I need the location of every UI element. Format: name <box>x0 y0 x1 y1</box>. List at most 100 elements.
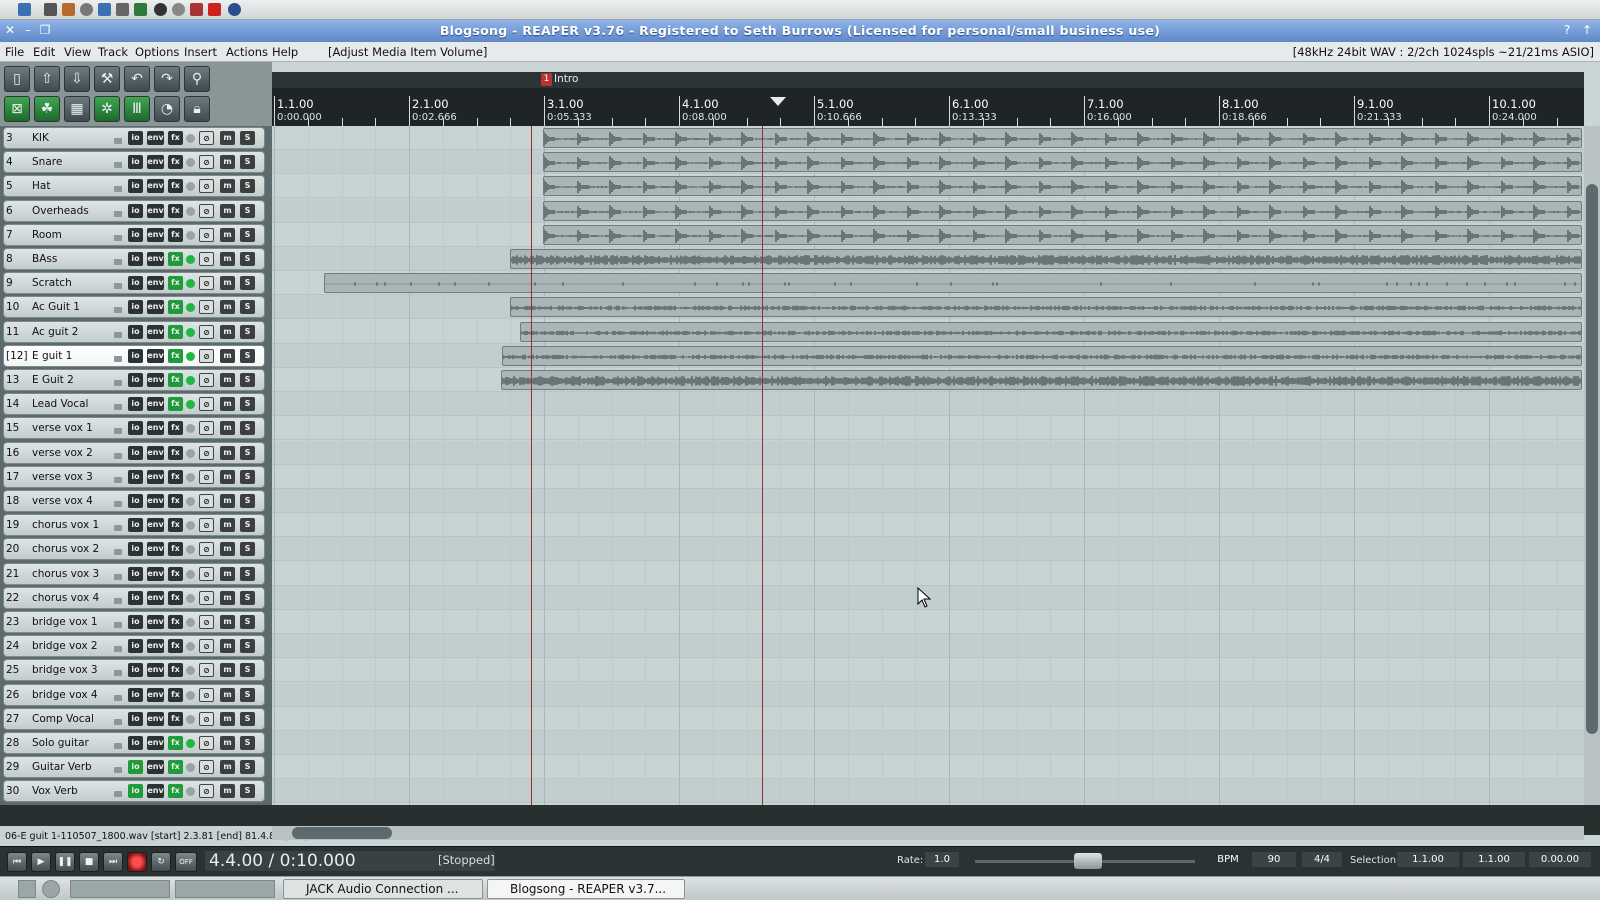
mute-button[interactable]: m <box>220 760 235 775</box>
phase-icon[interactable]: ⊘ <box>199 324 214 339</box>
envelope-button[interactable]: env <box>147 639 164 654</box>
track-name[interactable]: Vox Verb <box>32 785 114 797</box>
envelope-button[interactable]: env <box>147 590 164 605</box>
io-button[interactable]: io <box>128 784 143 799</box>
record-icon[interactable] <box>154 3 167 16</box>
record-arm-icon[interactable] <box>186 593 195 603</box>
record-arm-icon[interactable] <box>186 569 195 579</box>
media-item[interactable] <box>324 273 1582 294</box>
solo-button[interactable]: S <box>240 252 255 266</box>
track-name[interactable]: Ac guit 2 <box>32 326 114 338</box>
pause-icon[interactable]: ❚❚ <box>55 852 75 872</box>
track-name[interactable]: chorus vox 4 <box>32 592 114 604</box>
track-name[interactable]: chorus vox 1 <box>32 519 114 531</box>
folder-icon[interactable] <box>114 234 122 241</box>
go-to-start-icon[interactable]: ⏮ <box>7 852 27 872</box>
io-button[interactable]: io <box>128 687 143 702</box>
track-20[interactable]: 20 chorus vox 2 io env fx ⊘ m S <box>3 538 265 561</box>
record-arm-icon[interactable] <box>186 206 195 216</box>
mute-button[interactable]: m <box>220 203 235 218</box>
settings-wrench-icon[interactable]: ⚒ <box>94 66 120 92</box>
screen-icon[interactable] <box>134 3 147 16</box>
fx-button[interactable]: fx <box>168 711 183 726</box>
phase-icon[interactable]: ⊘ <box>199 760 214 775</box>
go-to-end-icon[interactable]: ⏭ <box>103 852 123 872</box>
phase-icon[interactable]: ⊘ <box>199 421 214 436</box>
fx-button[interactable]: fx <box>168 324 183 339</box>
record-arm-icon[interactable] <box>186 376 195 385</box>
folder-icon[interactable] <box>114 355 122 362</box>
undo-icon[interactable]: ↶ <box>124 66 150 92</box>
phase-icon[interactable]: ⊘ <box>199 615 214 629</box>
pencil-icon[interactable] <box>190 3 203 16</box>
envelope-button[interactable]: env <box>147 663 164 678</box>
meter-icon[interactable] <box>98 3 111 16</box>
folder-icon[interactable] <box>114 525 122 532</box>
phase-icon[interactable]: ⊘ <box>199 518 214 533</box>
grid-toggle-icon[interactable]: ⊠ <box>4 96 30 122</box>
media-item[interactable] <box>510 249 1582 269</box>
open-project-icon[interactable]: ⇧ <box>34 66 60 92</box>
track-name[interactable]: BAss <box>32 253 114 265</box>
record-arm-icon[interactable] <box>186 714 195 724</box>
mute-button[interactable]: m <box>220 494 235 508</box>
phase-icon[interactable]: ⊘ <box>199 227 214 242</box>
mute-button[interactable]: m <box>220 155 235 170</box>
folder-icon[interactable] <box>114 186 122 193</box>
record-arm-icon[interactable] <box>186 400 195 410</box>
io-button[interactable]: io <box>128 736 143 750</box>
track-name[interactable]: Room <box>32 229 114 241</box>
folder-icon[interactable] <box>114 718 122 725</box>
mute-button[interactable]: m <box>220 227 235 242</box>
record-arm-icon[interactable] <box>186 763 195 773</box>
fx-button[interactable]: fx <box>168 155 183 170</box>
task-reaper[interactable]: Blogsong - REAPER v3.7... <box>487 879 685 899</box>
io-button[interactable]: io <box>128 421 143 436</box>
record-arm-icon[interactable] <box>186 618 195 627</box>
fx-button[interactable]: fx <box>168 590 183 605</box>
envelope-button[interactable]: env <box>147 348 164 363</box>
folder-icon[interactable] <box>114 259 122 265</box>
solo-button[interactable]: S <box>240 760 255 775</box>
track-name[interactable]: Guitar Verb <box>32 761 114 773</box>
lock-icon[interactable]: 🔒︎ <box>184 96 210 122</box>
folder-icon[interactable] <box>114 428 122 435</box>
solo-button[interactable]: S <box>240 131 255 145</box>
horizontal-scroll-thumb[interactable] <box>292 827 392 839</box>
folder-icon[interactable] <box>114 791 122 798</box>
envelope-button[interactable]: env <box>147 736 164 750</box>
solo-button[interactable]: S <box>240 397 255 412</box>
folder-icon[interactable] <box>114 743 122 749</box>
solo-button[interactable]: S <box>240 494 255 508</box>
marker-number[interactable]: 1 <box>541 73 552 86</box>
fx-button[interactable]: fx <box>168 518 183 533</box>
media-item[interactable] <box>510 297 1582 318</box>
solo-button[interactable]: S <box>240 566 255 581</box>
mute-button[interactable]: m <box>220 276 235 291</box>
folder-icon[interactable] <box>114 646 122 653</box>
record-button[interactable] <box>127 852 147 872</box>
media-item[interactable] <box>543 200 1582 221</box>
folder-icon[interactable] <box>114 573 122 580</box>
rate-value[interactable]: 1.0 <box>925 852 959 867</box>
menu-edit[interactable]: Edit <box>33 45 55 59</box>
folder-icon[interactable] <box>114 210 122 217</box>
record-arm-icon[interactable] <box>186 521 195 531</box>
terminal-icon[interactable] <box>44 3 57 16</box>
mute-button[interactable]: m <box>220 784 235 799</box>
track-name[interactable]: Overheads <box>32 205 114 217</box>
mute-button[interactable]: m <box>220 711 235 726</box>
io-button[interactable]: io <box>128 445 143 460</box>
track-name[interactable]: E guit 1 <box>32 350 114 362</box>
envelope-button[interactable]: env <box>147 276 164 291</box>
solo-button[interactable]: S <box>240 227 255 242</box>
envelope-button[interactable]: env <box>147 397 164 412</box>
io-button[interactable]: io <box>128 373 143 387</box>
headphones-icon[interactable] <box>228 3 241 16</box>
phase-icon[interactable]: ⊘ <box>199 300 214 315</box>
phase-icon[interactable]: ⊘ <box>199 155 214 170</box>
track-name[interactable]: verse vox 2 <box>32 447 114 459</box>
envelope-button[interactable]: env <box>147 252 164 266</box>
folder-icon[interactable] <box>114 622 122 628</box>
solo-button[interactable]: S <box>240 663 255 678</box>
